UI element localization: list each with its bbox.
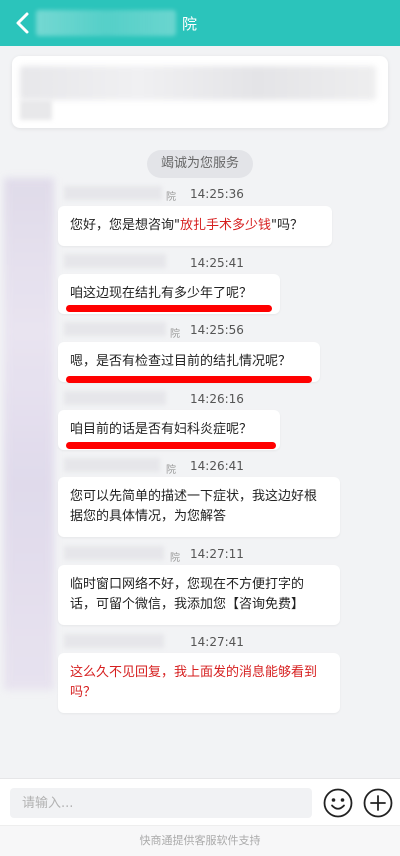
sender-name-redacted [64,391,166,405]
service-pill: 竭诚为您服务 [147,150,253,178]
message-time: 14:25:56 [190,323,244,337]
message-time: 14:27:41 [190,635,244,649]
chevron-left-icon[interactable] [10,9,38,37]
message-text: 您可以先简单的描述一下症状，我这边好根据您的具体情况，为您解答 [70,489,318,524]
sender-suffix: 院 [166,465,176,476]
plus-circle-icon[interactable] [362,787,394,819]
sender-suffix: 院 [166,192,176,203]
info-card [12,56,388,128]
sender-name-redacted [64,458,160,472]
message-time: 14:27:11 [190,547,244,561]
chat-footer: 快商通提供客服软件支持 [0,778,400,856]
red-underline-annotation [66,305,272,312]
sender-suffix: 院 [170,553,180,564]
message-bubble: 您可以先简单的描述一下症状，我这边好根据您的具体情况，为您解答 [58,477,340,537]
message-input[interactable] [10,788,312,818]
info-redacted [20,66,376,100]
sender-name-redacted [64,254,166,268]
info-redacted [20,100,52,120]
sender-name-redacted [64,634,164,648]
message-text: 嗯，是否有检查过目前的结扎情况呢？ [70,354,292,369]
sender-name-redacted [64,322,166,336]
message-text: 咱这边现在结扎有多少年了呢？ [70,286,253,301]
message-highlight: 放扎手术多少钱 [179,218,271,233]
message-bubble: 临时窗口网络不好，您现在不方便打字的话，可留个微信，我添加您【咨询免费】 [58,565,340,625]
message-text: 这么久不见回复，我上面发的消息能够看到吗？ [70,665,318,700]
smiley-icon[interactable] [322,787,354,819]
chat-header: 院 [0,0,400,46]
red-underline-annotation [66,442,276,449]
message-bubble: 这么久不见回复，我上面发的消息能够看到吗？ [58,653,340,713]
header-title: 院 [182,15,198,33]
message-text: 您好，您是想咨询" [70,218,180,233]
header-title-redacted [36,10,176,36]
sender-name-redacted [64,546,164,560]
message-text: "吗？ [271,218,303,233]
support-text: 快商通提供客服软件支持 [0,825,400,856]
message-text: 咱目前的话是否有妇科炎症呢？ [70,422,253,437]
sender-suffix: 院 [170,329,180,340]
message-bubble: 您好，您是想咨询"放扎手术多少钱"吗？ [58,206,332,246]
message-text: 临时窗口网络不好，您现在不方便打字的话，可留个微信，我添加您【咨询免费】 [70,577,305,612]
message-time: 14:26:41 [190,459,244,473]
message-time: 14:25:36 [190,187,244,201]
red-underline-annotation [66,376,312,383]
avatar-redacted [4,178,54,690]
sender-name-redacted [64,186,162,200]
message-time: 14:25:41 [190,256,244,270]
message-time: 14:26:16 [190,392,244,406]
